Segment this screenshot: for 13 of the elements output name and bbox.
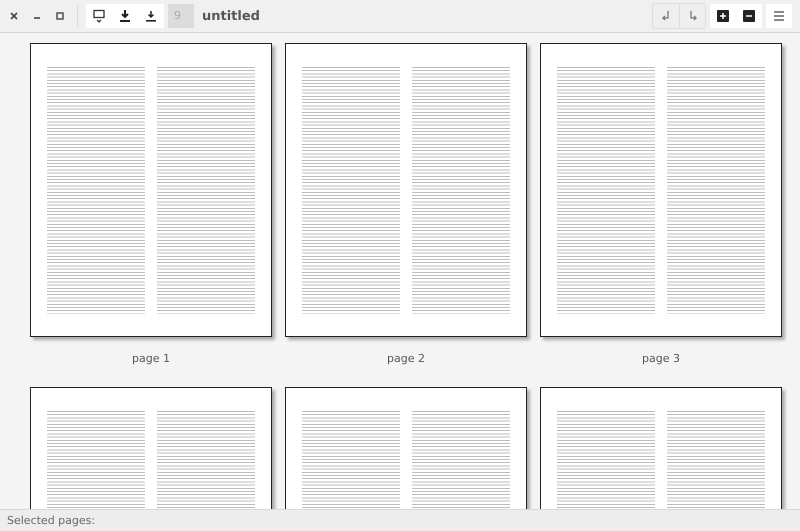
close-icon — [8, 11, 18, 21]
download-icon — [144, 9, 158, 23]
maximize-icon — [54, 11, 64, 21]
page-label: page 3 — [642, 352, 680, 365]
window-title: untitled — [202, 8, 260, 24]
menu-icon — [773, 11, 785, 21]
page-label: page 1 — [132, 352, 170, 365]
plus-icon — [717, 10, 729, 22]
download-icon — [118, 9, 132, 23]
minus-icon — [743, 10, 755, 22]
page-label: page 2 — [387, 352, 425, 365]
status-text: Selected pages: — [7, 514, 96, 527]
monitor-icon — [92, 9, 106, 23]
